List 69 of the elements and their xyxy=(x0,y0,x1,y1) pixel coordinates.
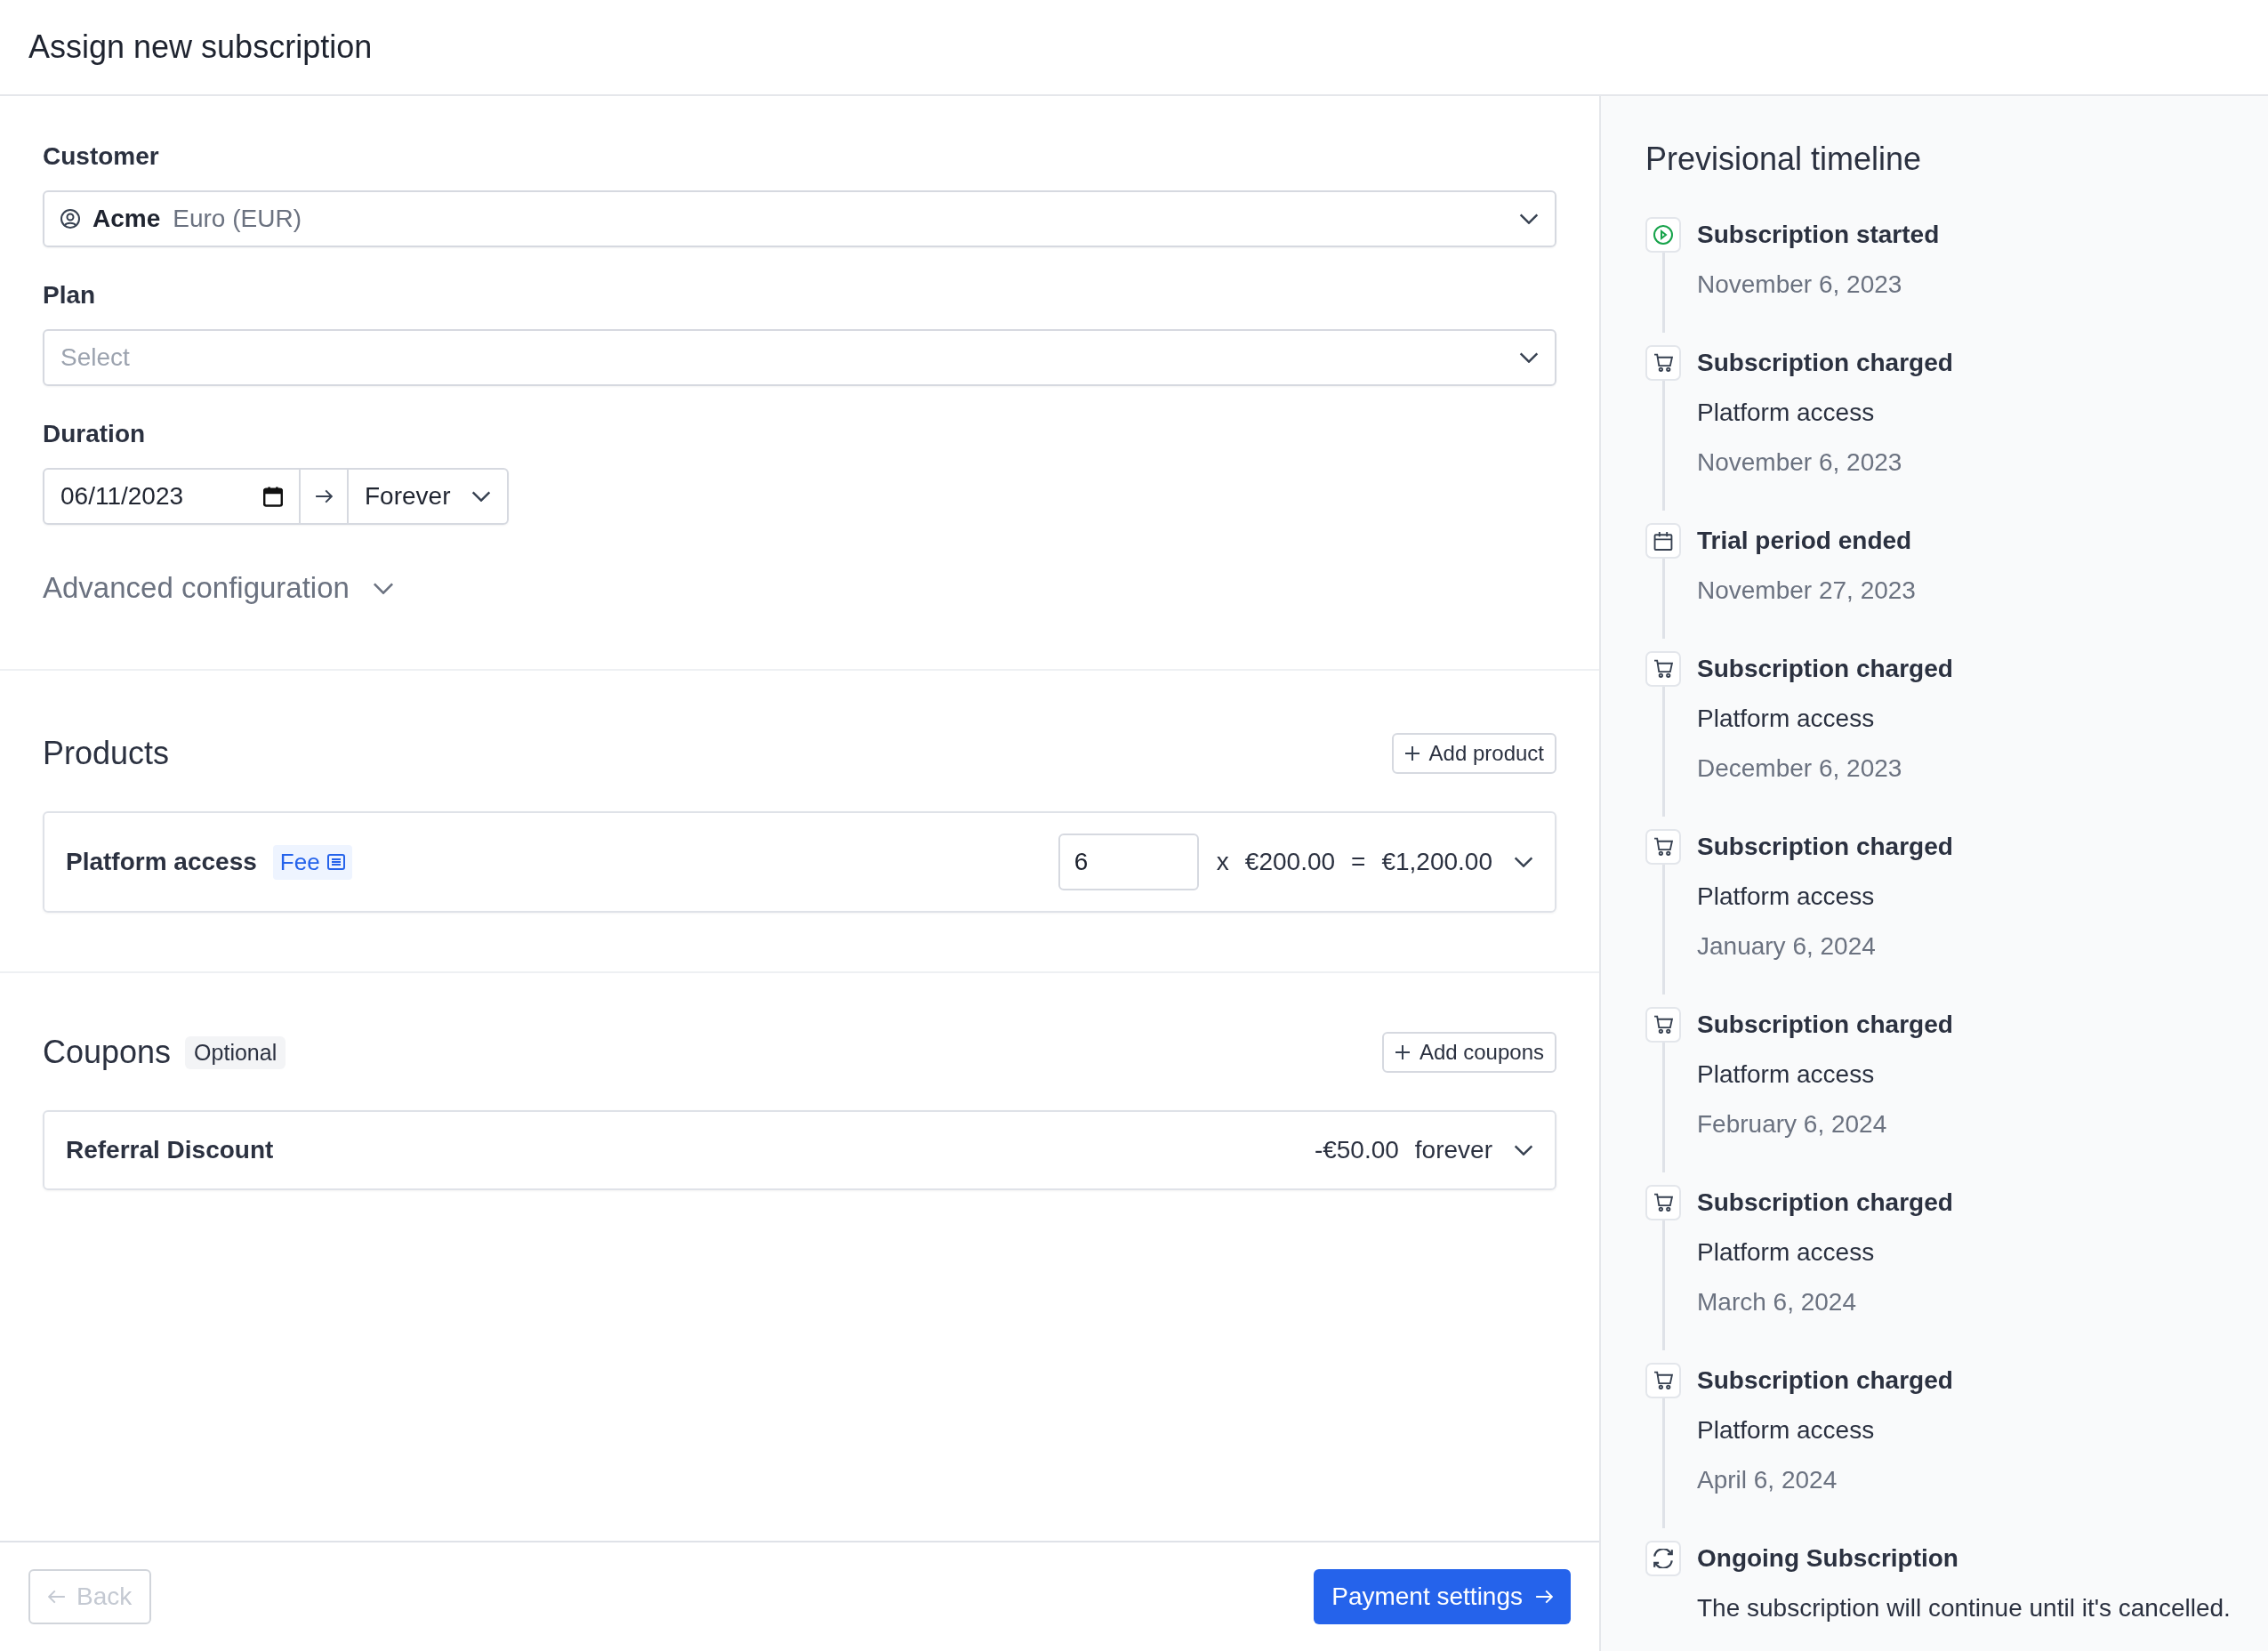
event-date: November 6, 2023 xyxy=(1697,270,1903,300)
chevron-down-icon xyxy=(372,582,394,594)
page-title: Assign new subscription xyxy=(28,28,373,66)
event-date: February 6, 2024 xyxy=(1697,1109,1888,1140)
event-product: Platform access xyxy=(1697,704,1876,734)
event-date: April 6, 2024 xyxy=(1697,1465,1838,1495)
fee-tag: Fee xyxy=(272,844,352,880)
event-description: The subscription will continue until it's cancelled. xyxy=(1697,1593,2231,1623)
chevron-down-icon[interactable] xyxy=(1514,1145,1533,1156)
user-circle-icon xyxy=(60,209,80,229)
arrow-left-icon xyxy=(48,1590,66,1604)
event-date: January 6, 2024 xyxy=(1697,931,1877,962)
event-title: Trial period ended xyxy=(1697,526,1913,556)
equals-sign: = xyxy=(1351,848,1366,876)
play-circle-icon xyxy=(1653,225,1673,245)
section-title: Products xyxy=(43,735,170,772)
advanced-configuration-toggle[interactable]: Advanced configuration xyxy=(43,571,394,605)
section-title: Coupons xyxy=(43,1034,172,1071)
calendar-icon xyxy=(1653,531,1673,551)
add-product-button[interactable]: Add product xyxy=(1391,733,1556,774)
list-icon xyxy=(326,854,345,870)
event-date: November 6, 2023 xyxy=(1697,447,1903,478)
coupon-name: Referral Discount xyxy=(66,1136,274,1164)
cart-icon xyxy=(1653,1193,1673,1212)
event-title: Subscription charged xyxy=(1697,348,1953,378)
event-product: Platform access xyxy=(1697,1059,1876,1090)
event-title: Subscription charged xyxy=(1697,832,1953,862)
event-date: December 6, 2023 xyxy=(1697,753,1903,784)
event-title: Subscription charged xyxy=(1697,654,1953,684)
event-product: Platform access xyxy=(1697,1237,1876,1268)
customer-select[interactable]: Acme Euro (EUR) xyxy=(43,190,1556,247)
chevron-down-icon[interactable] xyxy=(1514,857,1533,867)
cart-icon xyxy=(1653,1015,1673,1035)
timeline-title: Previsional timeline xyxy=(1645,141,1923,178)
event-date: March 6, 2024 xyxy=(1697,1287,1857,1317)
add-coupons-button[interactable]: Add coupons xyxy=(1381,1032,1556,1073)
event-title: Ongoing Subscription xyxy=(1697,1543,1959,1574)
field-label: Plan xyxy=(43,281,97,310)
customer-currency: Euro (EUR) xyxy=(173,205,302,233)
event-product: Platform access xyxy=(1697,1415,1876,1446)
field-label: Customer xyxy=(43,142,160,171)
customer-name: Acme xyxy=(92,205,161,233)
event-title: Subscription charged xyxy=(1697,1010,1953,1040)
event-date: November 27, 2023 xyxy=(1697,576,1916,606)
event-title: Subscription charged xyxy=(1697,1188,1953,1218)
unit-price: €200.00 xyxy=(1244,848,1336,876)
cart-icon xyxy=(1653,353,1673,373)
product-name: Platform access xyxy=(66,848,257,876)
refresh-icon xyxy=(1653,1549,1673,1568)
plus-icon xyxy=(1394,1044,1411,1060)
cart-icon xyxy=(1653,837,1673,857)
plus-icon xyxy=(1403,745,1420,761)
cart-icon xyxy=(1653,659,1673,679)
event-title: Subscription started xyxy=(1697,220,1940,250)
coupon-amount: -€50.00 xyxy=(1314,1136,1399,1164)
chevron-down-icon xyxy=(1519,213,1539,224)
multiply-sign: x xyxy=(1216,848,1229,876)
coupon-period: forever xyxy=(1414,1136,1492,1164)
chevron-down-icon xyxy=(1519,352,1539,363)
event-product: Platform access xyxy=(1697,882,1876,912)
payment-settings-button[interactable]: Payment settings xyxy=(1314,1569,1571,1624)
total-price: €1,200.00 xyxy=(1381,848,1492,876)
cart-icon xyxy=(1653,1371,1673,1390)
quantity-input[interactable]: 6 xyxy=(1058,834,1199,890)
event-title: Subscription charged xyxy=(1697,1365,1953,1396)
event-product: Platform access xyxy=(1697,398,1876,428)
field-label: Duration xyxy=(43,420,147,448)
optional-badge: Optional xyxy=(185,1035,286,1069)
arrow-right-icon xyxy=(1535,1590,1553,1604)
